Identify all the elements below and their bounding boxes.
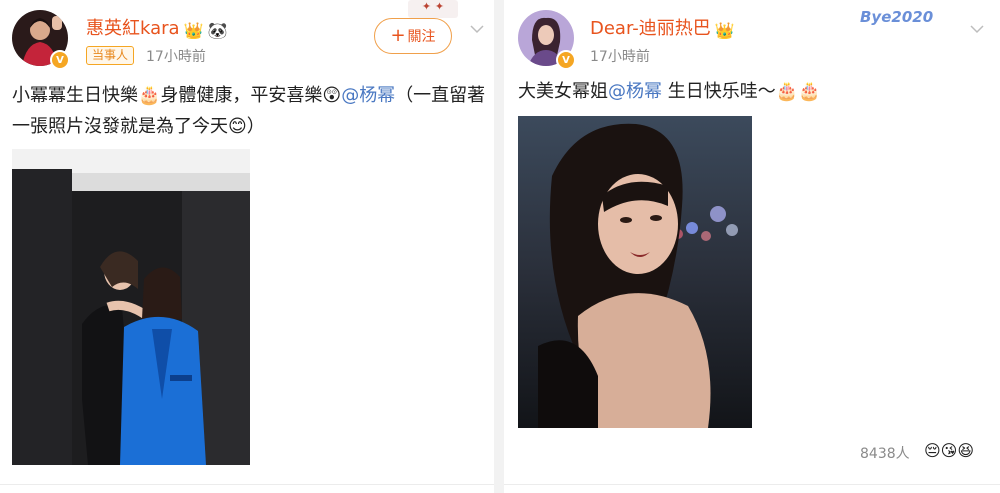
content-text: ） [246,116,265,137]
mention-link[interactable]: @杨幂 [341,85,395,106]
post-divider [0,484,494,485]
face-emoji-icon: 😊 [228,116,247,137]
likes-count: 8438人 [860,446,910,462]
username[interactable]: 惠英紅kara 👑 🐼 [86,14,227,40]
panda-icon: 🐼 [207,21,228,40]
content-text: 生日快乐哇～ [662,81,776,102]
crown-icon: 👑 [183,21,204,40]
post-gap [494,0,504,493]
follow-button[interactable]: + 關注 [374,18,452,54]
content-text: 小冪冪生日快樂 [12,85,138,106]
post-photo[interactable] [12,149,250,465]
reaction-icons[interactable]: 😔😘😆 [924,441,974,465]
crown-icon: 👑 [714,21,735,40]
face-emoji-icon: 😔😘😆 [924,441,975,460]
post-content: 小冪冪生日快樂🎂身體健康，平安喜樂😲@杨幂（一直留著一張照片沒發就是為了今天😊） [12,80,488,142]
chevron-down-icon[interactable] [968,20,986,38]
plus-icon: + [390,25,406,46]
follow-label: 關注 [407,29,436,45]
post-content: 大美女幂姐@杨幂 生日快乐哇～🎂🎂 [518,76,994,107]
timestamp: 17小時前 [590,49,650,65]
face-emoji-icon: 😲 [322,85,342,106]
mention-link[interactable]: @杨幂 [608,81,662,102]
cake-icon: 🎂🎂 [775,81,821,102]
content-text: 大美女幂姐 [518,81,608,102]
verified-badge-icon: V [556,50,576,70]
chevron-down-icon[interactable] [468,20,486,38]
content-text: 身體健康，平安喜樂 [160,85,323,106]
username[interactable]: Dear-迪丽热巴 👑 [590,14,735,40]
verified-badge-icon: V [50,50,70,70]
card-decoration: ✦ ✦ [408,0,458,18]
post-divider [504,484,1000,485]
role-badge: 当事人 [86,46,135,65]
post-card-right: V Dear-迪丽热巴 👑 17小時前 Bye2020 大美女幂姐@杨幂 生日快乐… [504,0,1000,493]
card-decoration: Bye2020 [860,8,934,26]
post-photo[interactable] [518,116,752,428]
timestamp: 17小時前 [146,49,206,65]
post-card-left: V 惠英紅kara 👑 🐼 当事人 17小時前 ✦ ✦ + 關注 小冪冪生日快樂🎂身體… [0,0,494,493]
cake-icon: 🎂 [138,85,161,106]
